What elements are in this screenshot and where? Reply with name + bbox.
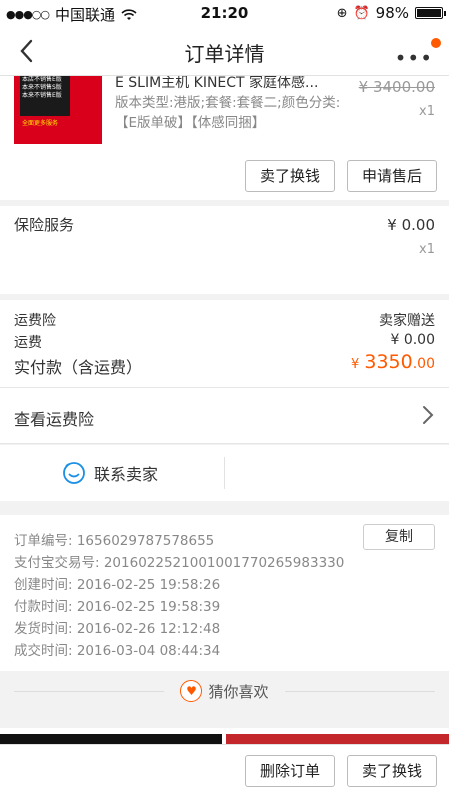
- alipay-number: 支付宝交易号: 2016022521001001770265983330: [14, 555, 345, 571]
- freight-insurance-label: 查看运费险: [14, 410, 95, 429]
- created-time: 创建时间: 2016-02-25 19:58:26: [14, 577, 221, 593]
- sell-exchange-button[interactable]: 卖了换钱: [245, 160, 335, 192]
- insurance-label: 保险服务: [14, 216, 75, 234]
- product-card: 本店不销售E版 本来不销售S版 本来不销售E版 全面更多服务 E SLIM主机 …: [0, 76, 449, 200]
- order-info: 订单编号: 1656029787578655 复制 支付宝交易号: 201602…: [0, 515, 449, 671]
- alarm-icon: ⏰: [353, 5, 370, 21]
- after-sale-button[interactable]: 申请售后: [347, 160, 437, 192]
- order-number: 订单编号: 1656029787578655: [14, 533, 215, 549]
- shipping-insurance-label: 运费险: [14, 313, 56, 329]
- fee-summary: 运费险 卖家赠送 运费 ¥ 0.00 实付款（含运费） ¥ 3350.00: [0, 300, 449, 388]
- shipping-insurance-value: 卖家赠送: [379, 313, 435, 329]
- product-original-price: ¥ 3400.00: [358, 78, 435, 96]
- product-thumbnail[interactable]: 本店不销售E版 本来不销售S版 本来不销售E版 全面更多服务: [14, 76, 102, 144]
- view-freight-insurance[interactable]: 查看运费险: [0, 388, 449, 444]
- total-amount: ¥ 3350.00: [351, 351, 435, 373]
- total-label: 实付款（含运费）: [14, 358, 143, 377]
- insurance-price: ¥ 0.00: [387, 216, 435, 234]
- insurance-quantity: x1: [419, 242, 435, 257]
- guess-you-like: ♥ 猜你喜欢: [0, 671, 449, 713]
- shipping-label: 运费: [14, 335, 42, 351]
- bottom-sell-exchange-button[interactable]: 卖了换钱: [347, 755, 437, 787]
- rotation-lock-icon: ⊕: [336, 5, 348, 21]
- product-title[interactable]: E SLIM主机 KINECT 家庭体感...: [115, 76, 345, 92]
- nav-bar: 订单详情 •••: [0, 26, 449, 76]
- battery-icon: [415, 7, 446, 19]
- page-title: 订单详情: [184, 42, 265, 66]
- insurance-service: 保险服务 ¥ 0.00 x1: [0, 206, 449, 294]
- heart-icon: ♥: [180, 680, 203, 702]
- battery-percent: 98%: [375, 4, 409, 22]
- chevron-right-icon: [423, 406, 434, 424]
- shipping-value: ¥ 0.00: [390, 332, 435, 348]
- paid-time: 付款时间: 2016-02-25 19:58:39: [14, 599, 221, 615]
- contact-seller-button[interactable]: 联系卖家: [62, 461, 158, 485]
- delete-order-button[interactable]: 删除订单: [245, 755, 335, 787]
- more-button[interactable]: •••: [395, 46, 433, 70]
- guess-label: 猜你喜欢: [208, 682, 269, 701]
- bottom-action-bar: 删除订单 卖了换钱: [0, 744, 449, 800]
- contact-bar: 联系卖家: [0, 445, 449, 501]
- chat-icon: [63, 462, 85, 484]
- notification-dot: [431, 38, 441, 48]
- contact-seller-label: 联系卖家: [94, 465, 159, 484]
- product-spec: 版本类型:港版;套餐:套餐二;颜色分类:【E版单破】【体感同捆】: [115, 95, 341, 131]
- copy-button[interactable]: 复制: [363, 524, 435, 550]
- shipped-time: 发货时间: 2016-02-26 12:12:48: [14, 621, 221, 637]
- product-quantity: x1: [419, 104, 435, 119]
- completed-time: 成交时间: 2016-03-04 08:44:34: [14, 643, 221, 659]
- status-bar: ●●●○○ 中国联通 21:20 ⊕ ⏰ 98%: [0, 0, 449, 26]
